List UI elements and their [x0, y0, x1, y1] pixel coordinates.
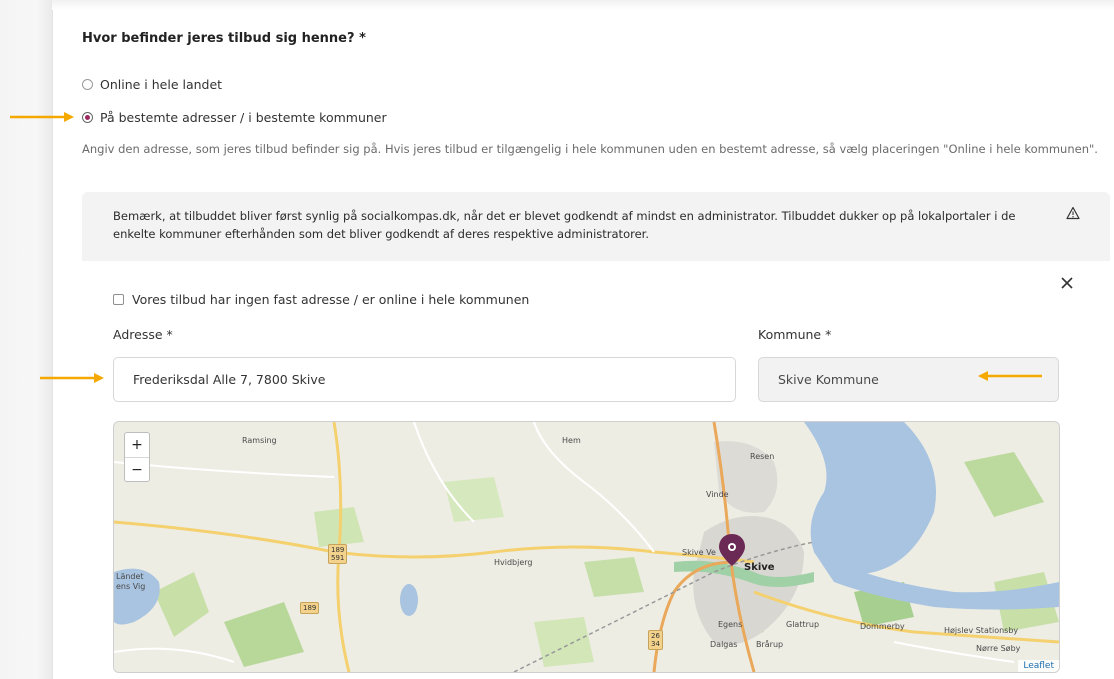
map-attribution-link[interactable]: Leaflet — [1018, 660, 1059, 672]
map-place-label: Brårup — [756, 640, 784, 649]
question-title: Hvor befinder jeres tilbud sig henne? * — [82, 31, 366, 46]
map-place-label: Hvidbjerg — [494, 558, 533, 567]
map-town-label: Skive — [744, 562, 775, 573]
address-input[interactable]: Frederiksdal Alle 7, 7800 Skive — [113, 357, 736, 402]
map-place-label: Resen — [750, 452, 775, 461]
close-icon[interactable] — [1060, 276, 1074, 290]
zoom-out-button[interactable]: − — [125, 458, 149, 482]
warning-triangle-icon — [1066, 206, 1080, 220]
road-number-badge: 189 — [300, 602, 320, 614]
option-bestemte-adresser[interactable]: På bestemte adresser / i bestemte kommun… — [82, 110, 387, 125]
zoom-control: + − — [124, 432, 150, 482]
help-text: Angiv den adresse, som jeres tilbud befi… — [82, 142, 1098, 156]
map-place-label: Dalgas — [710, 640, 738, 649]
road-number-badge: 189 591 — [328, 544, 348, 564]
option-online-landet[interactable]: Online i hele landet — [82, 77, 222, 92]
kommune-label: Kommune * — [758, 327, 832, 342]
map-place-label: ens Vig — [116, 582, 146, 591]
map-place-label: Egens — [718, 620, 743, 629]
no-fixed-address-checkbox[interactable] — [113, 294, 124, 305]
zoom-in-button[interactable]: + — [125, 433, 149, 458]
page-background — [0, 0, 52, 679]
map-tiles — [114, 422, 1059, 672]
road-number-badge: 26 34 — [648, 630, 663, 650]
map-place-label: Glattrup — [786, 620, 820, 629]
address-label: Adresse * — [113, 327, 173, 342]
address-input-value: Frederiksdal Alle 7, 7800 Skive — [133, 372, 326, 387]
option-bestemte-adresser-label: På bestemte adresser / i bestemte kommun… — [100, 110, 387, 125]
notice-text: Bemærk, at tilbuddet bliver først synlig… — [113, 209, 1016, 241]
map-place-label: Nørre Søby — [976, 644, 1021, 653]
option-online-landet-label: Online i hele landet — [100, 77, 223, 92]
map-place-label: Skive Ve — [682, 548, 716, 557]
map-place-label: Højslev Stationsby — [944, 626, 1019, 635]
page-top-shadow — [52, 0, 1114, 10]
map-place-label: Vinde — [706, 490, 729, 499]
kommune-input-value: Skive Kommune — [778, 372, 879, 387]
map[interactable]: + − Ramsing Hem Resen Vinde Skive Ve Ski… — [113, 421, 1060, 673]
no-fixed-address-option[interactable]: Vores tilbud har ingen fast adresse / er… — [113, 292, 529, 307]
annotation-arrow-icon — [40, 373, 104, 383]
radio-bestemte-adresser[interactable] — [82, 112, 93, 123]
map-place-label: Hem — [562, 436, 581, 445]
radio-online-landet[interactable] — [82, 79, 93, 90]
annotation-arrow-icon — [978, 371, 1042, 381]
annotation-arrow-icon — [10, 112, 74, 122]
map-place-label: Ländet — [116, 572, 144, 581]
no-fixed-address-label: Vores tilbud har ingen fast adresse / er… — [132, 292, 530, 307]
map-place-label: Dommerby — [860, 622, 905, 631]
map-place-label: Ramsing — [242, 436, 277, 445]
